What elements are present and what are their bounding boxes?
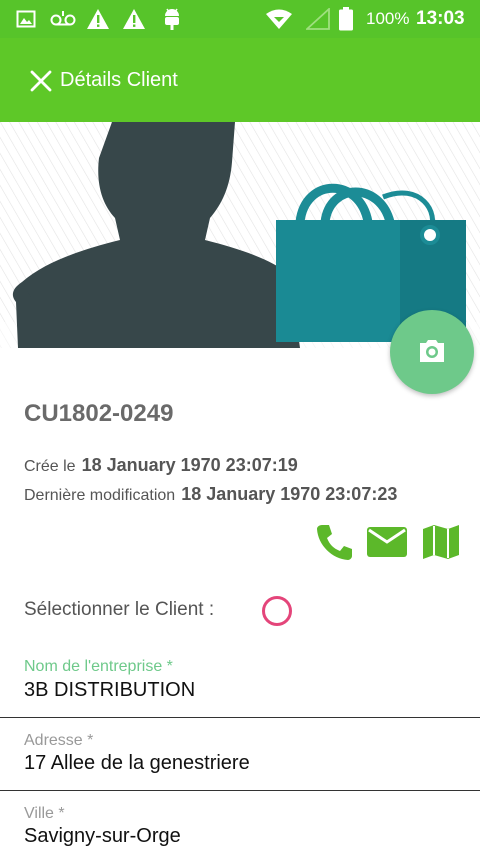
- camera-button[interactable]: [390, 310, 474, 394]
- voicemail-icon: [50, 11, 76, 26]
- created-value: 18 January 1970 23:07:19: [81, 455, 298, 475]
- email-icon[interactable]: [366, 526, 408, 558]
- warning-icon: [87, 9, 109, 29]
- modified-label: Dernière modification: [24, 487, 176, 504]
- clock: 13:03: [416, 8, 465, 29]
- status-bar: 100% 13:03: [0, 0, 480, 38]
- wifi-icon: [266, 9, 292, 29]
- map-icon[interactable]: [422, 524, 460, 560]
- select-client-label: Sélectionner le Client :: [24, 599, 215, 620]
- android-debug-icon: [165, 8, 179, 30]
- company-label: Nom de l'entreprise *: [24, 658, 173, 675]
- client-code: CU1802-0249: [24, 400, 174, 427]
- company-underline: [0, 717, 480, 718]
- address-value: 17 Allee de la genestriere: [24, 752, 250, 774]
- address-field[interactable]: Adresse * 17 Allee de la genestriere: [0, 729, 480, 791]
- address-label: Adresse *: [24, 732, 94, 749]
- modified-value: 18 January 1970 23:07:23: [181, 484, 398, 504]
- modified-row: Dernière modification 18 January 1970 23:…: [24, 484, 397, 505]
- camera-icon: [420, 340, 444, 362]
- company-field[interactable]: Nom de l'entreprise * 3B DISTRIBUTION: [0, 656, 480, 718]
- battery-icon: [339, 7, 353, 31]
- created-row: Crée le 18 January 1970 23:07:19: [24, 455, 298, 476]
- warning-icon-2: [123, 9, 145, 29]
- close-button[interactable]: [26, 66, 56, 96]
- city-value: Savigny-sur-Orge: [24, 825, 181, 847]
- app-bar: Détails Client: [0, 38, 480, 122]
- company-value: 3B DISTRIBUTION: [24, 679, 196, 701]
- city-label: Ville *: [24, 805, 65, 822]
- image-icon: [16, 10, 36, 28]
- select-client-radio[interactable]: [262, 596, 292, 626]
- created-label: Crée le: [24, 458, 76, 475]
- phone-icon[interactable]: [314, 522, 354, 562]
- city-field[interactable]: Ville * Savigny-sur-Orge: [0, 802, 480, 854]
- page-title: Détails Client: [60, 69, 178, 91]
- address-underline: [0, 790, 480, 791]
- client-illustration: [0, 122, 480, 348]
- battery-percentage: 100%: [366, 9, 410, 28]
- signal-icon: [306, 8, 330, 30]
- close-icon: [30, 70, 52, 92]
